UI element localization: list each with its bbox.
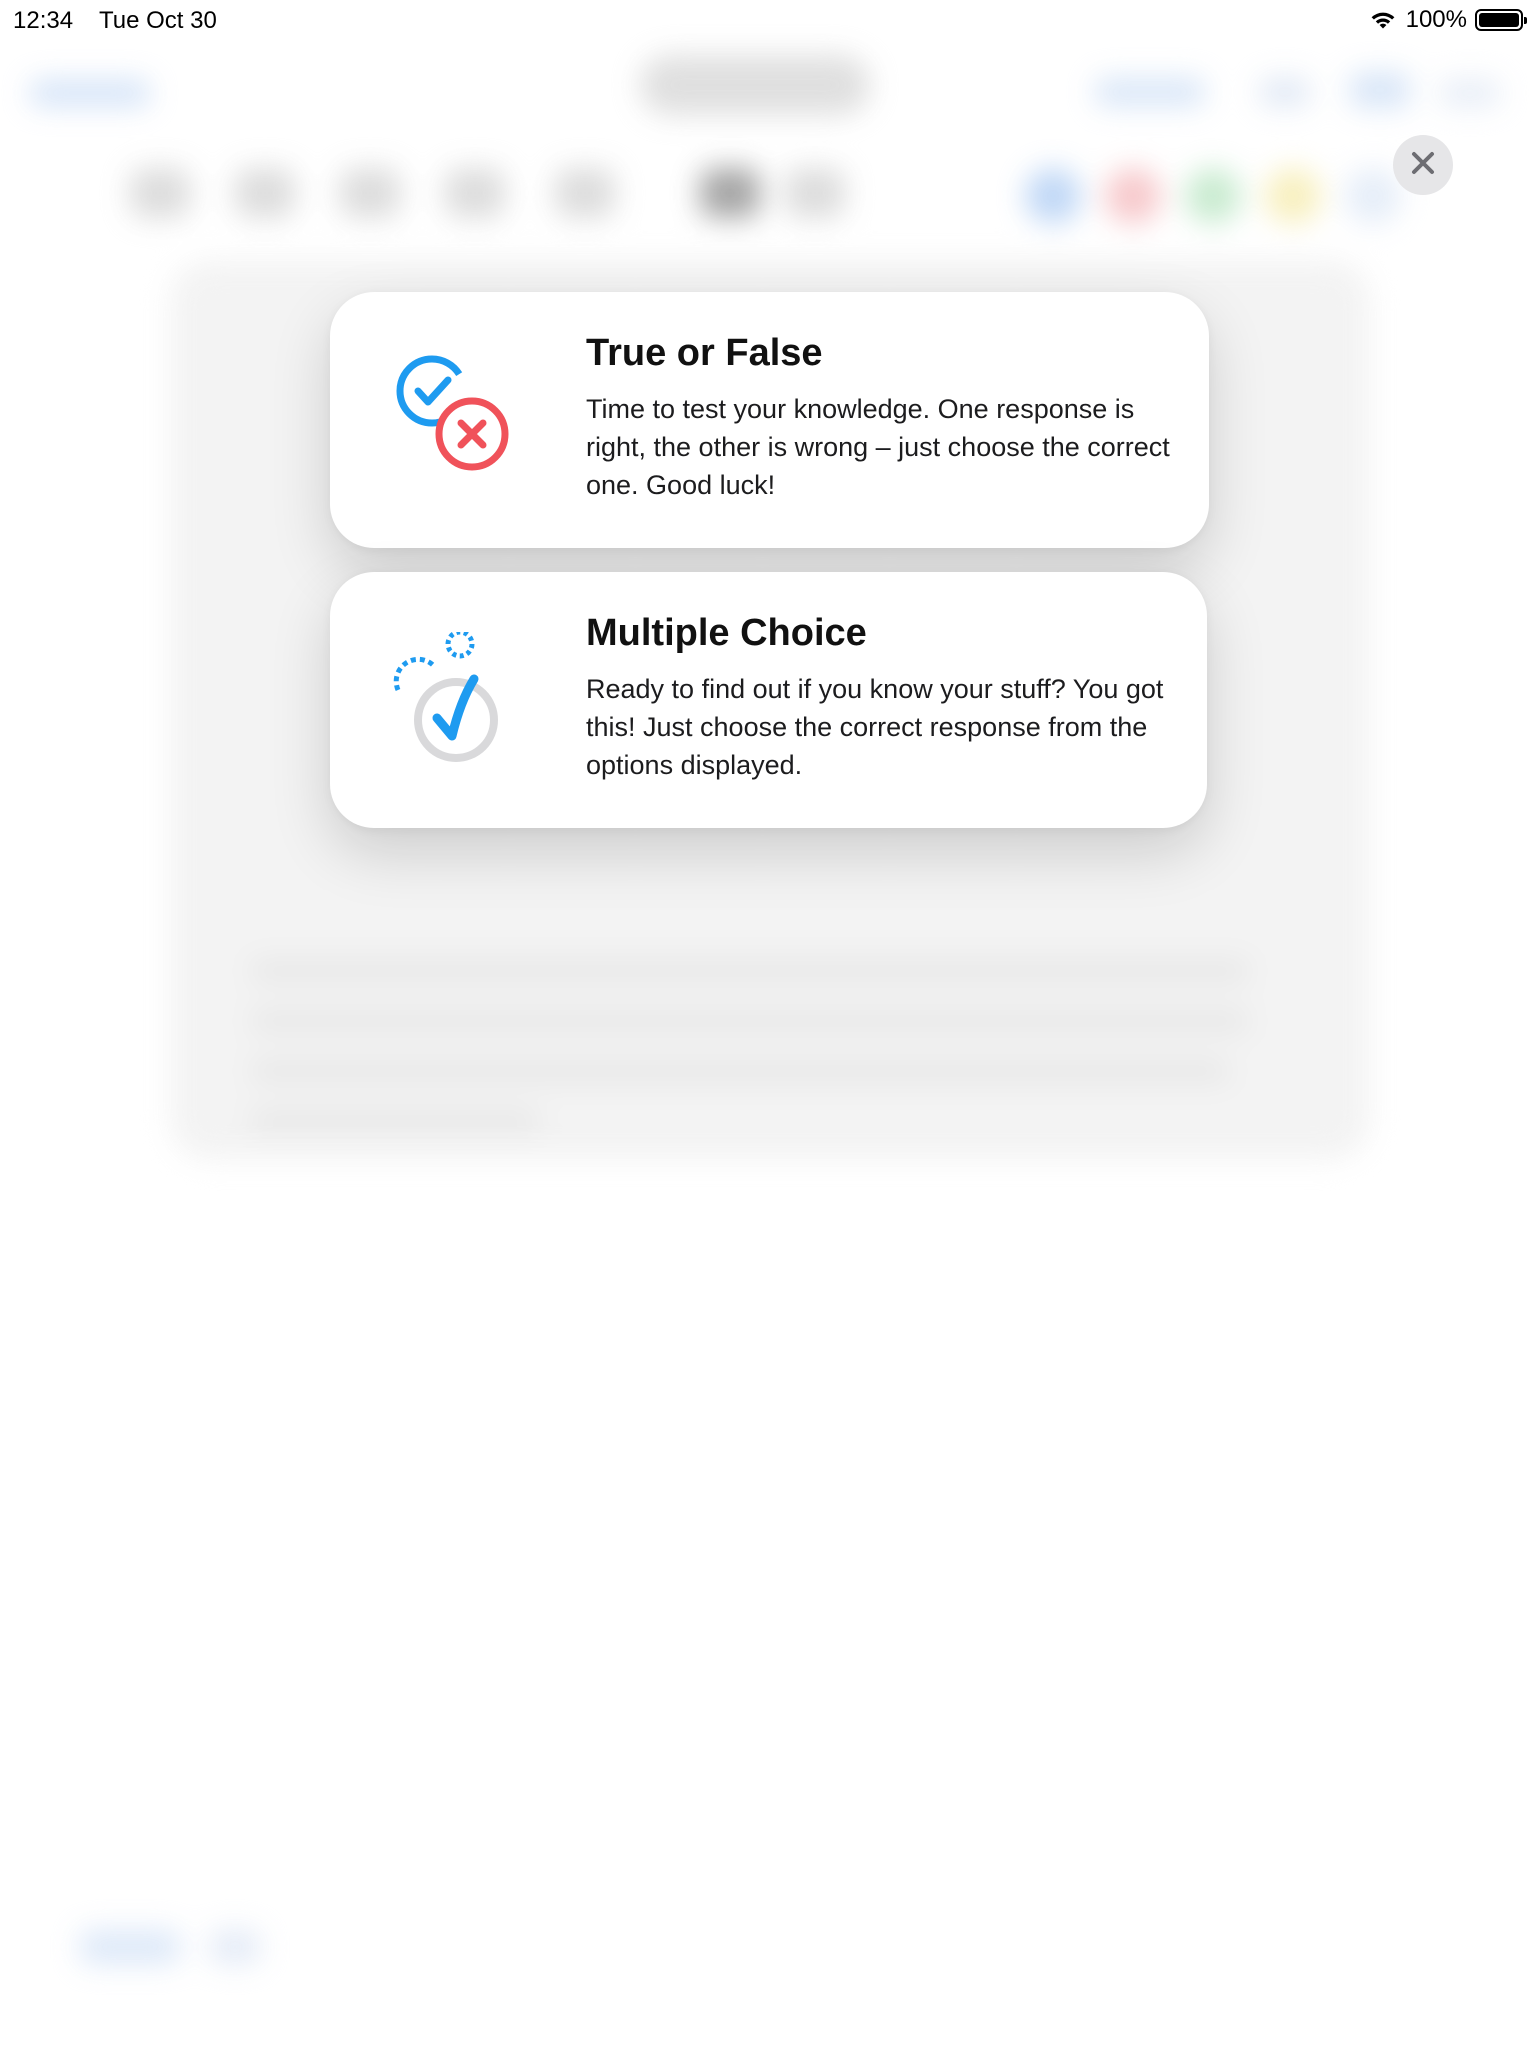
bg-tool: [130, 168, 190, 218]
bg-tool: [235, 168, 295, 218]
bg-tool: [445, 168, 505, 218]
bg-color-dot: [1105, 168, 1161, 224]
option-description: Time to test your knowledge. One respons…: [586, 394, 1170, 500]
bg-nav-item: [1260, 78, 1310, 106]
true-false-icon: [390, 352, 530, 492]
bg-nav-item: [1440, 80, 1500, 106]
bg-line: [250, 1110, 540, 1132]
option-title: True or False: [586, 332, 823, 374]
battery-percent: 100%: [1405, 6, 1467, 33]
bg-nav-item: [1350, 72, 1410, 108]
bg-nav-title: [640, 55, 870, 115]
battery-nub: [1524, 17, 1527, 24]
option-description: Ready to find out if you know your stuff…: [586, 674, 1164, 780]
bg-tool: [340, 168, 400, 218]
close-icon: [1410, 150, 1436, 181]
option-title: Multiple Choice: [586, 612, 867, 654]
status-right-group: 100%: [1368, 6, 1527, 34]
multiple-choice-icon: [390, 632, 530, 772]
status-time: 12:34: [13, 7, 74, 34]
status-bar: 12:34 Tue Oct 30 100%: [0, 0, 1537, 44]
bg-color-dot: [1265, 168, 1321, 224]
bg-color-dot: [1185, 168, 1241, 224]
bg-color-dot: [1025, 168, 1081, 224]
close-button[interactable]: [1393, 135, 1453, 195]
bg-color-dot: [1345, 168, 1401, 224]
status-date: Tue Oct 30: [99, 7, 217, 34]
battery-icon: [1475, 9, 1527, 31]
bg-tool: [555, 168, 615, 218]
battery-fill: [1479, 13, 1519, 27]
bg-bottom-item: [80, 1930, 180, 1964]
bg-bottom-item: [210, 1930, 260, 1964]
bg-tool: [785, 168, 845, 218]
bg-line: [250, 1060, 1230, 1082]
bg-nav-back: [30, 80, 150, 106]
option-card-true-or-false[interactable]: True or False Time to test your knowledg…: [330, 292, 1209, 548]
option-card-multiple-choice[interactable]: Multiple Choice Ready to find out if you…: [330, 572, 1207, 828]
bg-tool: [700, 168, 760, 218]
wifi-icon: [1368, 9, 1398, 31]
bg-nav-item: [1095, 78, 1205, 106]
bg-line: [250, 960, 1250, 982]
bg-line: [250, 1010, 1250, 1032]
